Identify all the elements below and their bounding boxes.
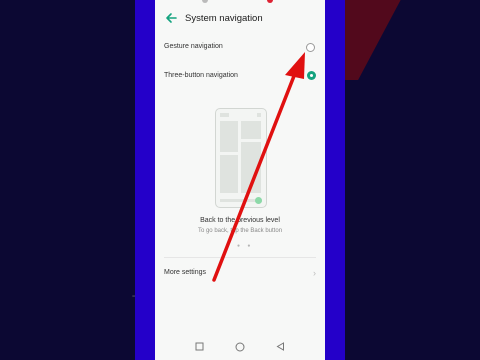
annotation-arrow (212, 52, 305, 282)
